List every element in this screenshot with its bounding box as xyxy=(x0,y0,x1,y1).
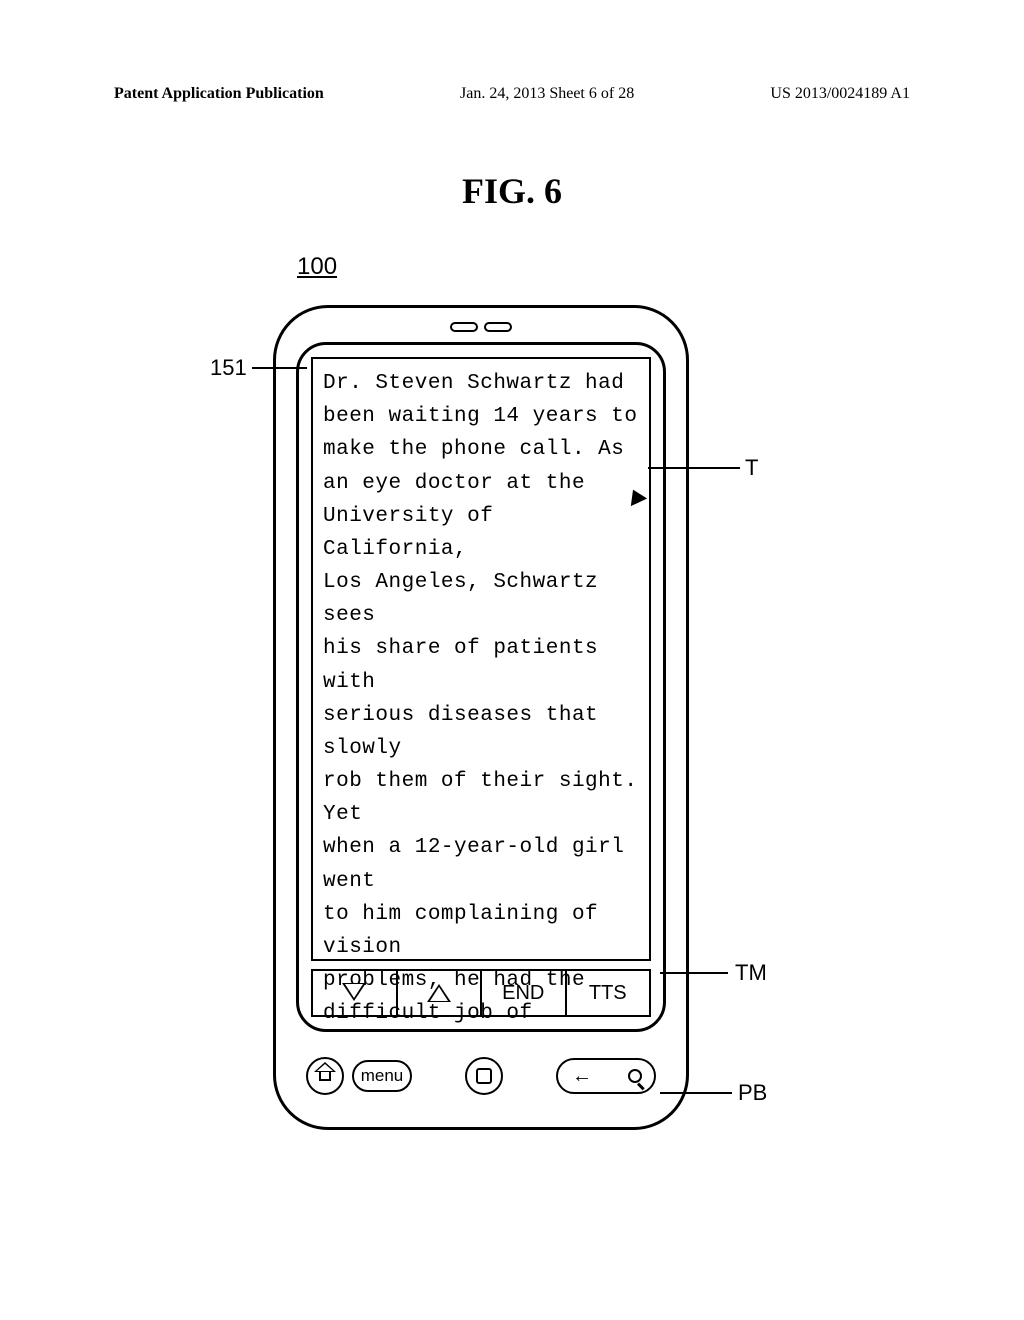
page-header: Patent Application Publication Jan. 24, … xyxy=(0,85,1024,103)
reference-100: 100 xyxy=(297,253,337,281)
back-arrow-icon: ← xyxy=(572,1065,592,1088)
hardware-buttons: menu ← xyxy=(306,1057,656,1095)
speaker xyxy=(450,322,512,332)
leader-PB xyxy=(660,1092,732,1094)
center-button[interactable] xyxy=(465,1057,503,1095)
end-button[interactable]: END xyxy=(480,969,567,1017)
search-icon xyxy=(628,1069,642,1083)
leader-151 xyxy=(252,367,307,369)
speaker-hole xyxy=(484,322,512,332)
scroll-down-button[interactable] xyxy=(311,969,398,1017)
menu-button[interactable]: menu xyxy=(352,1060,412,1092)
header-right: US 2013/0024189 A1 xyxy=(770,85,910,103)
leader-T xyxy=(648,467,740,469)
text-display-area[interactable]: Dr. Steven Schwartz had been waiting 14 … xyxy=(311,357,651,961)
tts-button[interactable]: TTS xyxy=(565,969,652,1017)
home-base-icon xyxy=(319,1071,331,1081)
screen: Dr. Steven Schwartz had been waiting 14 … xyxy=(296,342,666,1032)
back-search-button[interactable]: ← xyxy=(556,1058,656,1094)
label-PB: PB xyxy=(738,1080,767,1106)
speaker-hole xyxy=(450,322,478,332)
toolbar: END TTS xyxy=(311,969,651,1017)
home-button[interactable] xyxy=(306,1057,344,1095)
label-T: T xyxy=(745,455,758,481)
label-TM: TM xyxy=(735,960,767,986)
header-left: Patent Application Publication xyxy=(114,85,324,103)
square-icon xyxy=(476,1068,492,1084)
triangle-down-icon xyxy=(344,985,364,1001)
figure-title: FIG. 6 xyxy=(0,170,1024,212)
article-text: Dr. Steven Schwartz had been waiting 14 … xyxy=(323,367,639,1032)
label-151: 151 xyxy=(210,355,247,381)
home-icon xyxy=(316,1069,334,1083)
header-center: Jan. 24, 2013 Sheet 6 of 28 xyxy=(460,85,634,103)
phone-body: Dr. Steven Schwartz had been waiting 14 … xyxy=(273,305,689,1130)
scroll-up-button[interactable] xyxy=(396,969,483,1017)
leader-TM xyxy=(660,972,728,974)
hw-left-group: menu xyxy=(306,1057,412,1095)
